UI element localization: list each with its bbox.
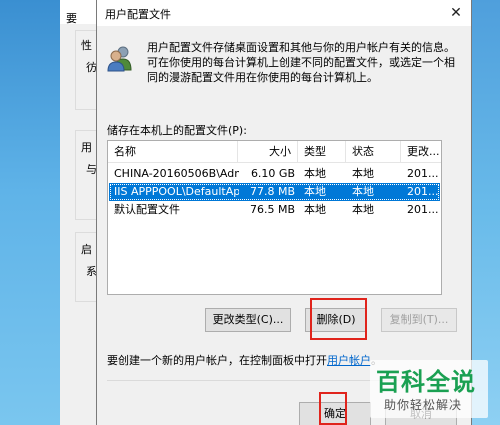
watermark-logo: 百科全说 助你轻松解决: [370, 360, 488, 418]
table-row-selected[interactable]: IIS APPPOOL\DefaultApp... 77.8 MB 本地 本地 …: [109, 183, 440, 201]
column-status[interactable]: 状态: [346, 141, 401, 163]
column-changed[interactable]: 更改...: [401, 141, 443, 163]
row-changed: 201...: [407, 185, 439, 198]
users-icon: [107, 46, 132, 72]
parent-title: 要: [66, 12, 77, 25]
copy-to-button[interactable]: 复制到(T)...: [381, 308, 457, 332]
row-changed: 201...: [407, 203, 439, 216]
change-type-button[interactable]: 更改类型(C)...: [205, 308, 291, 332]
row-changed: 201...: [407, 167, 439, 180]
table-row[interactable]: 默认配置文件 76.5 MB 本地 本地 201...: [109, 201, 440, 219]
ok-highlight-box: [319, 392, 347, 425]
row-name: 默认配置文件: [114, 203, 180, 216]
delete-highlight-box: [310, 298, 367, 340]
row-name: IIS APPPOOL\DefaultApp...: [114, 185, 239, 198]
column-name[interactable]: 名称: [108, 141, 238, 163]
column-type[interactable]: 类型: [298, 141, 346, 163]
row-status: 本地: [352, 185, 374, 198]
column-size[interactable]: 大小: [238, 141, 298, 163]
performance-label: 性: [81, 39, 92, 52]
user-profiles-label: 用: [81, 141, 92, 154]
row-type: 本地: [304, 185, 326, 198]
row-size: 76.5 MB: [249, 203, 295, 216]
row-type: 本地: [304, 167, 326, 180]
watermark-subtitle: 助你轻松解决: [384, 398, 463, 412]
create-account-text: 要创建一个新的用户帐户，在控制面板中打开用户帐户。: [107, 352, 382, 368]
row-name: CHINA-20160506B\Admi...: [114, 167, 239, 180]
startup-label: 启: [81, 243, 92, 256]
row-size: 77.8 MB: [249, 185, 295, 198]
row-status: 本地: [352, 167, 374, 180]
close-icon: ✕: [450, 5, 462, 21]
row-size: 6.10 GB: [250, 167, 295, 180]
table-row[interactable]: CHINA-20160506B\Admi... 6.10 GB 本地 本地 20…: [109, 165, 440, 183]
row-type: 本地: [304, 203, 326, 216]
dialog-title: 用户配置文件: [105, 8, 171, 21]
watermark-title: 百科全说: [376, 368, 476, 396]
row-status: 本地: [352, 203, 374, 216]
profiles-list[interactable]: 名称 大小 类型 状态 更改... CHINA-20160506B\Admi..…: [107, 140, 442, 295]
intro-text: 用户配置文件存储桌面设置和其他与你的用户帐户有关的信息。可在你使用的每台计算机上…: [147, 41, 455, 84]
list-header: 名称 大小 类型 状态 更改...: [108, 141, 441, 163]
profiles-list-label: 储存在本机上的配置文件(P):: [107, 124, 247, 137]
close-button[interactable]: ✕: [441, 0, 471, 26]
user-accounts-link[interactable]: 用户帐户: [327, 354, 371, 367]
dialog-titlebar: 用户配置文件 ✕: [97, 0, 471, 26]
create-account-prefix: 要创建一个新的用户帐户，在控制面板中打开: [107, 354, 327, 367]
